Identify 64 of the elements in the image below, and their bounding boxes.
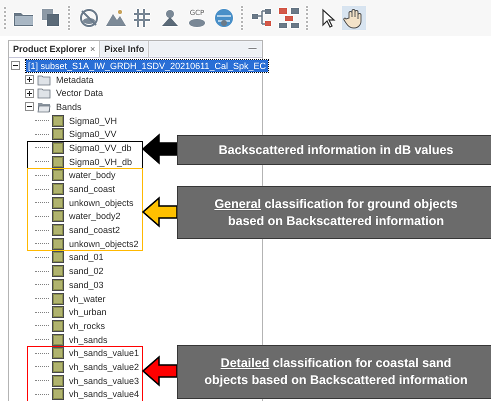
globe-icon[interactable] [212,6,236,30]
band-icon[interactable] [52,347,64,360]
tree-item[interactable]: sand_coast [67,183,118,196]
tree-item[interactable]: unkown_objects2 [67,238,141,250]
left-arrow [142,355,178,387]
callout-text: Detailed classification for coastal sand objects based on Backscattered information [203,355,469,389]
band-icon[interactable] [52,265,64,278]
band-icon[interactable] [52,128,64,140]
tree-item[interactable]: vh_water [67,292,108,305]
band-icon[interactable] [52,292,64,305]
tree-item[interactable]: sand_02 [67,265,106,278]
minimize-button[interactable]: — [243,44,262,54]
callout-text: General classification for ground objects based on Backscattered information [213,196,459,230]
band-icon[interactable] [52,156,64,168]
tree-item[interactable]: sand_03 [67,278,106,291]
tree-item[interactable]: sand_coast2 [67,224,122,236]
tree-item[interactable]: Vector Data [54,87,106,100]
expand-icon[interactable] [25,75,34,84]
hand-icon[interactable] [342,6,366,30]
band-icon[interactable] [52,306,64,318]
tree-item[interactable]: vh_sands_value1 [67,347,142,360]
tree-item[interactable]: vh_sands [67,334,110,346]
band-icon[interactable] [52,360,64,373]
tree-item[interactable]: vh_sands_value4 [67,388,142,400]
band-icon[interactable] [52,169,64,182]
band-icon[interactable] [52,210,64,222]
tree-item[interactable]: vh_sands_value2 [67,360,142,373]
band-icon[interactable] [52,196,64,209]
tree-item[interactable]: Sigma0_VV_db [67,142,134,154]
collapse-icon[interactable] [11,61,20,70]
tree-item[interactable]: unkown_objects [67,196,136,209]
panel-tab[interactable]: Pixel Info [100,41,150,57]
tree-item[interactable]: Sigma0_VH_db [67,156,134,168]
close-icon[interactable]: × [90,44,96,54]
collapse-icon[interactable] [25,102,34,112]
network-icon[interactable] [277,6,301,30]
callout-text: Backscattered information in dB values [218,142,454,158]
band-icon[interactable] [52,320,64,332]
tree-item[interactable]: water_body2 [67,210,123,222]
band-icon[interactable] [52,278,64,291]
panel-tab[interactable]: Product Explorer × [9,41,100,57]
open-folder-icon[interactable] [37,100,51,113]
expand-icon[interactable] [25,88,34,98]
tree-item[interactable]: sand_01 [67,251,106,264]
band-icon[interactable] [52,374,64,387]
tree-item[interactable]: [1] subset_S1A_IW_GRDH_1SDV_20210611_Cal_Spk_EC [26,60,268,72]
tree-item[interactable]: Metadata [54,74,96,86]
band-icon[interactable] [52,238,64,250]
tree-item[interactable]: vh_sands_value3 [67,374,142,387]
left-arrow [142,133,178,165]
tree-item[interactable]: water_body [67,169,118,182]
band-icon[interactable] [52,334,64,346]
band-icon[interactable] [52,142,64,154]
tree-item[interactable]: Sigma0_VV [67,128,119,140]
band-icon[interactable] [52,224,64,236]
tree-item[interactable]: Sigma0_VH [67,114,120,127]
band-icon[interactable] [52,183,64,196]
tree-item[interactable]: vh_rocks [67,320,108,332]
band-icon[interactable] [52,251,64,264]
band-icon[interactable] [52,388,64,400]
left-arrow [142,196,178,228]
tree-item[interactable]: vh_urban [67,306,109,318]
band-icon[interactable] [52,114,64,127]
tree-item[interactable]: Bands [54,100,84,113]
